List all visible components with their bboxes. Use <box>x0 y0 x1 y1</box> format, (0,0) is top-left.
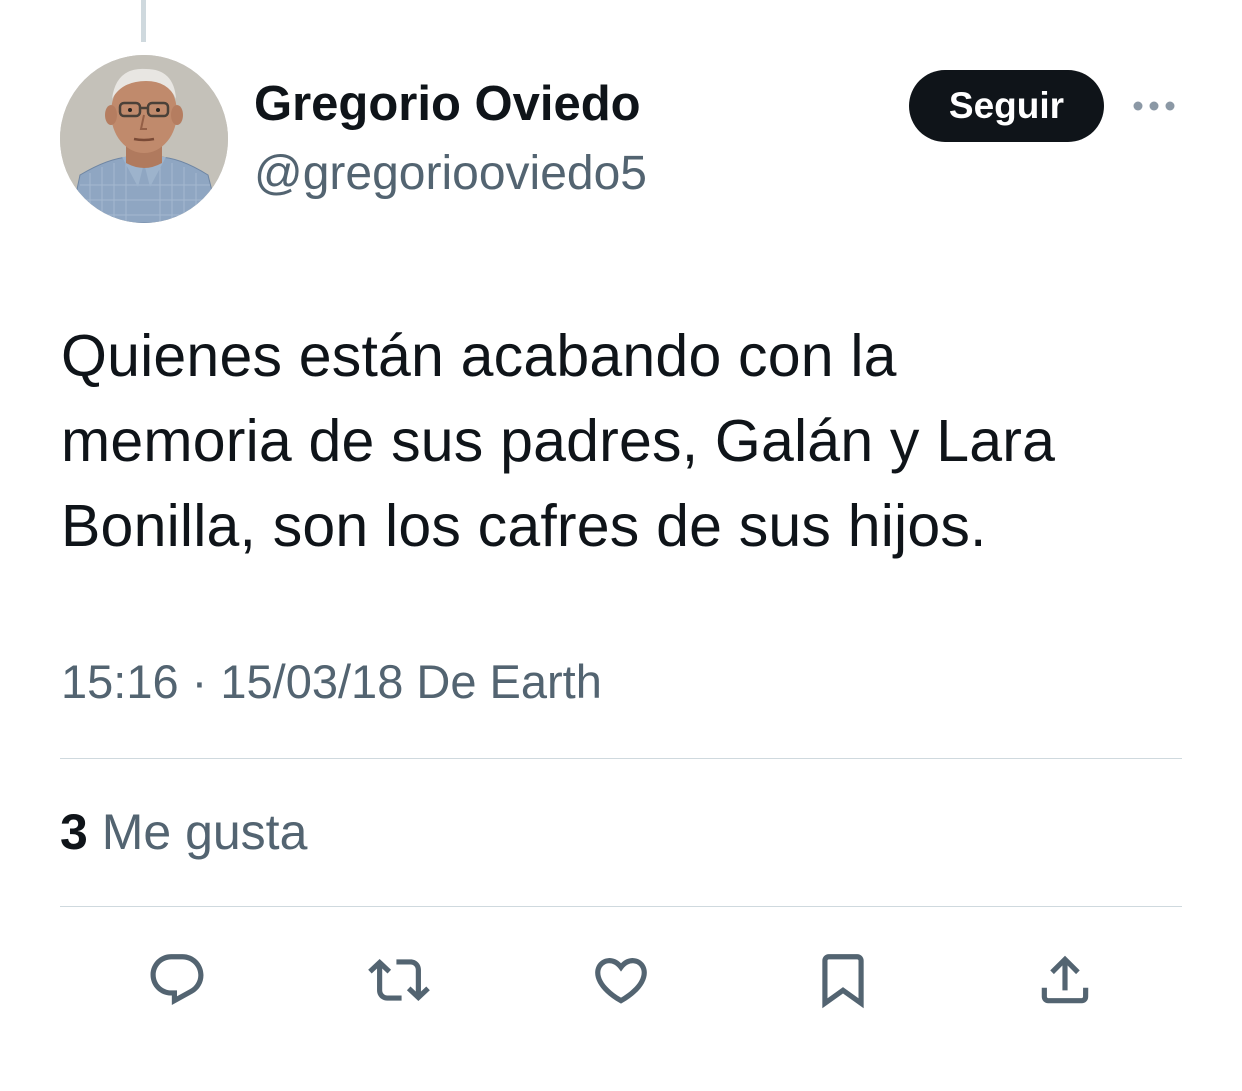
likes-label: Me gusta <box>101 804 308 860</box>
likes-summary[interactable]: 3 Me gusta <box>60 800 307 864</box>
avatar-image <box>60 55 228 223</box>
retweet-icon <box>368 959 430 1001</box>
author-name[interactable]: Gregorio Oviedo <box>254 72 641 136</box>
retweet-button[interactable] <box>365 946 433 1014</box>
reply-icon <box>150 954 204 1006</box>
divider-bottom <box>60 906 1182 907</box>
more-dots-icon <box>1133 101 1175 111</box>
bookmark-icon <box>822 954 864 1009</box>
likes-count: 3 <box>60 804 88 860</box>
more-options-button[interactable] <box>1126 86 1182 126</box>
divider-top <box>60 758 1182 759</box>
bookmark-button[interactable] <box>809 946 877 1014</box>
thread-connector-line <box>141 0 146 42</box>
author-handle[interactable]: @gregoriooviedo5 <box>254 142 647 206</box>
share-icon <box>1041 955 1089 1004</box>
tweet-timestamp-source[interactable]: 15:16 · 15/03/18 De Earth <box>61 650 602 714</box>
follow-button[interactable]: Seguir <box>909 70 1104 142</box>
reply-button[interactable] <box>143 946 211 1014</box>
share-button[interactable] <box>1031 946 1099 1014</box>
like-button[interactable] <box>587 946 655 1014</box>
tweet-text: Quienes están acabando con la memoria de… <box>61 323 1056 559</box>
avatar[interactable] <box>60 55 228 223</box>
like-icon <box>595 958 647 1004</box>
